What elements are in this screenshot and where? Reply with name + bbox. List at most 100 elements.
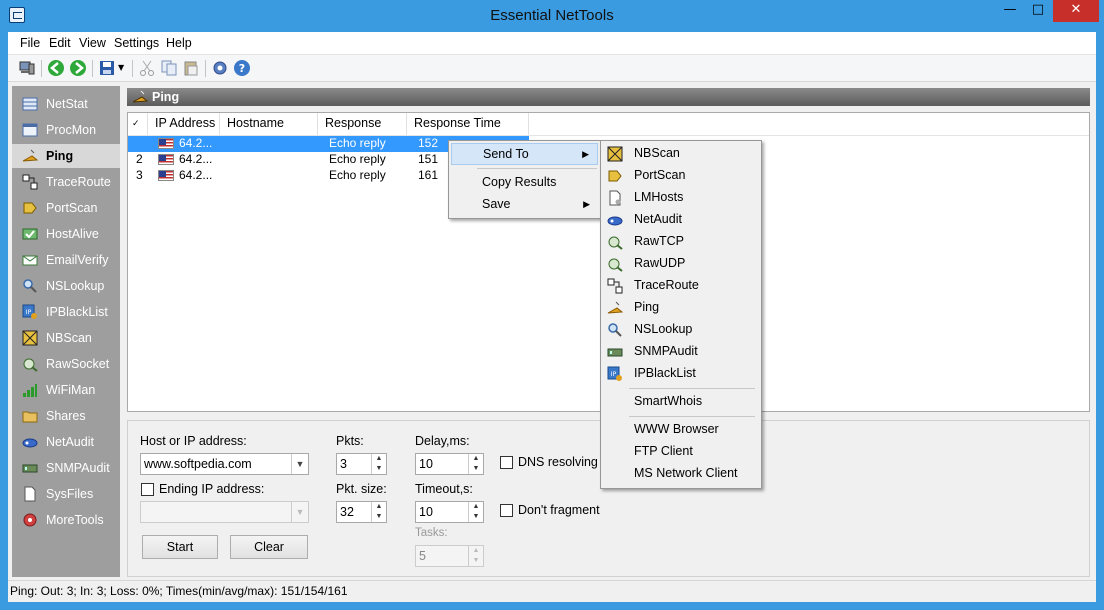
spinner-arrows-icon[interactable]: ▲ ▼ xyxy=(468,502,483,522)
sidebar-item-label: Ping xyxy=(46,149,74,163)
spinner-arrows-icon[interactable]: ▲ ▼ xyxy=(371,454,386,474)
sidebar-item-procmon[interactable]: ProcMon xyxy=(12,118,120,142)
portscan-icon xyxy=(608,170,622,182)
menu-help[interactable]: Help xyxy=(166,36,192,50)
submenu-item-www-browser[interactable]: WWW Browser xyxy=(603,419,759,441)
paste-icon[interactable] xyxy=(182,59,200,77)
host-combobox[interactable]: www.softpedia.com ▼ xyxy=(140,453,309,475)
sidebar-item-rawsocket[interactable]: RawSocket xyxy=(12,352,120,376)
context-item-copy-results[interactable]: Copy Results xyxy=(451,172,598,194)
minimize-button[interactable]: — xyxy=(996,0,1024,22)
menu-settings[interactable]: Settings xyxy=(114,36,159,50)
column-ip-address[interactable]: IP Address xyxy=(148,113,220,135)
spinner-arrows-icon[interactable]: ▲ ▼ xyxy=(371,502,386,522)
chevron-down-icon[interactable]: ▼ xyxy=(291,454,308,474)
sidebar-item-label: NetAudit xyxy=(46,435,94,449)
sidebar-item-ipblacklist[interactable]: IP IPBlackList xyxy=(12,300,120,324)
timeout-value: 10 xyxy=(419,505,433,519)
dns-resolving-checkbox[interactable] xyxy=(500,456,513,469)
sidebar-item-label: SysFiles xyxy=(46,487,94,501)
context-item-save[interactable]: Save ▶ xyxy=(451,194,598,216)
chevron-down-icon[interactable]: ▼ xyxy=(291,502,308,522)
menu-edit[interactable]: Edit xyxy=(49,36,71,50)
pkt-size-spinner[interactable]: 32 ▲ ▼ xyxy=(336,501,387,523)
sidebar-item-snmpaudit[interactable]: SNMPAudit xyxy=(12,456,120,480)
submenu-item-portscan[interactable]: PortScan xyxy=(603,165,759,187)
spinner-arrows-icon[interactable]: ▲ ▼ xyxy=(468,454,483,474)
submenu-item-ipblacklist[interactable]: IP IPBlackList xyxy=(603,363,759,385)
dont-fragment-checkbox[interactable] xyxy=(500,504,513,517)
sidebar-item-wifiman[interactable]: WiFiMan xyxy=(12,378,120,402)
submenu-item-smartwhois[interactable]: SmartWhois xyxy=(603,391,759,413)
submenu-item-nbscan[interactable]: NBScan xyxy=(603,143,759,165)
sidebar-item-nslookup[interactable]: NSLookup xyxy=(12,274,120,298)
sidebar-item-ping[interactable]: Ping xyxy=(12,144,120,168)
context-item-label: Copy Results xyxy=(482,175,557,189)
title-bar[interactable]: Essential NetTools — □ ✕ xyxy=(0,0,1104,32)
sidebar-item-portscan[interactable]: PortScan xyxy=(12,196,120,220)
column-response-time[interactable]: Response Time xyxy=(407,113,529,135)
sidebar-item-hostalive[interactable]: HostAlive xyxy=(12,222,120,246)
context-menu: Send To ▶ Copy Results Save ▶ xyxy=(448,140,601,219)
toolbar-separator xyxy=(92,60,93,77)
wifiman-icon xyxy=(23,384,37,397)
context-item-send-to[interactable]: Send To ▶ xyxy=(451,143,598,165)
column-check[interactable]: ✓ xyxy=(128,113,148,135)
submenu-item-rawtcp[interactable]: RawTCP xyxy=(603,231,759,253)
menu-view[interactable]: View xyxy=(79,36,106,50)
svg-text:?: ? xyxy=(239,62,245,75)
menu-separator xyxy=(629,388,755,389)
gear-icon[interactable] xyxy=(211,59,229,77)
sidebar-item-moretools[interactable]: MoreTools xyxy=(12,508,120,532)
snmpaudit-icon xyxy=(607,348,623,357)
host-value: www.softpedia.com xyxy=(144,457,252,471)
cut-icon[interactable] xyxy=(138,59,156,77)
sidebar-item-nbscan[interactable]: NBScan xyxy=(12,326,120,350)
nslookup-icon xyxy=(23,279,37,293)
forward-icon[interactable] xyxy=(69,59,87,77)
submenu-item-traceroute[interactable]: TraceRoute xyxy=(603,275,759,297)
save-icon[interactable] xyxy=(98,59,116,77)
emailverify-icon xyxy=(22,255,38,266)
submenu-item-ftp-client[interactable]: FTP Client xyxy=(603,441,759,463)
ending-ip-label: Ending IP address: xyxy=(159,482,265,496)
start-button[interactable]: Start xyxy=(142,535,218,559)
menu-file[interactable]: File xyxy=(20,36,40,50)
submenu-item-nslookup[interactable]: NSLookup xyxy=(603,319,759,341)
ending-ip-combobox[interactable]: ▼ xyxy=(140,501,309,523)
column-response-msg[interactable]: Response Msg xyxy=(318,113,407,151)
sidebar-item-emailverify[interactable]: EmailVerify xyxy=(12,248,120,272)
toolbar-separator xyxy=(205,60,206,77)
sidebar-item-shares[interactable]: Shares xyxy=(12,404,120,428)
us-flag-icon xyxy=(158,170,174,181)
submenu-item-snmpaudit[interactable]: SNMPAudit xyxy=(603,341,759,363)
tasks-spinner[interactable]: 5 ▲ ▼ xyxy=(415,545,484,567)
delay-spinner[interactable]: 10 ▲ ▼ xyxy=(415,453,484,475)
sidebar-item-sysfiles[interactable]: SysFiles xyxy=(12,482,120,506)
copy-icon[interactable] xyxy=(160,59,178,77)
computer-icon[interactable] xyxy=(18,59,36,77)
panel-title: Ping xyxy=(152,90,180,104)
window-title: Essential NetTools xyxy=(490,7,614,24)
timeout-spinner[interactable]: 10 ▲ ▼ xyxy=(415,501,484,523)
spinner-arrows-icon[interactable]: ▲ ▼ xyxy=(468,546,483,566)
column-hostname[interactable]: Hostname xyxy=(220,113,318,135)
close-button[interactable]: ✕ xyxy=(1053,0,1099,22)
submenu-item-netaudit[interactable]: NetAudit xyxy=(603,209,759,231)
submenu-item-ms-network-client[interactable]: MS Network Client xyxy=(603,463,759,485)
clear-button[interactable]: Clear xyxy=(230,535,308,559)
submenu-item-lmhosts[interactable]: LMHosts xyxy=(603,187,759,209)
back-icon[interactable] xyxy=(47,59,65,77)
submenu-item-rawudp[interactable]: RawUDP xyxy=(603,253,759,275)
maximize-button[interactable]: □ xyxy=(1024,0,1052,22)
sidebar-item-netaudit[interactable]: NetAudit xyxy=(12,430,120,454)
submenu-item-label: TraceRoute xyxy=(634,278,699,292)
delay-value: 10 xyxy=(419,457,433,471)
submenu-item-ping[interactable]: Ping xyxy=(603,297,759,319)
sidebar-item-netstat[interactable]: NetStat xyxy=(12,92,120,116)
help-icon[interactable]: ? xyxy=(233,59,251,77)
sidebar-item-traceroute[interactable]: TraceRoute xyxy=(12,170,120,194)
save-dropdown-icon[interactable]: ▼ xyxy=(118,63,124,72)
pkts-spinner[interactable]: 3 ▲ ▼ xyxy=(336,453,387,475)
ending-ip-checkbox[interactable] xyxy=(141,483,154,496)
